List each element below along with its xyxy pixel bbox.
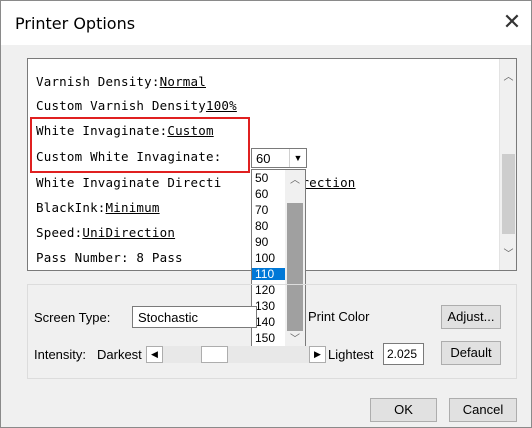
option-custom-varnish-density[interactable]: Custom Varnish Density100%	[36, 98, 237, 113]
scroll-up-icon[interactable]: ︿	[500, 69, 516, 86]
adjust-button[interactable]: Adjust...	[441, 305, 501, 329]
option-label: Custom Varnish Density	[36, 98, 206, 113]
option-label: Varnish Density:	[36, 74, 160, 89]
print-color-label: Print Color	[308, 309, 370, 324]
default-button[interactable]: Default	[441, 341, 501, 365]
dropdown-option[interactable]: 90	[252, 236, 285, 248]
option-value[interactable]: Normal	[160, 74, 206, 89]
dropdown-option[interactable]: 70	[252, 204, 285, 216]
intensity-value-field[interactable]: 2.025	[383, 343, 424, 365]
printer-options-dialog: Printer Options ✕ Varnish Density:Normal…	[0, 0, 532, 428]
highlight-annotation	[30, 117, 250, 173]
dropdown-option[interactable]: 60	[252, 188, 285, 200]
option-label: BlackInk:	[36, 200, 106, 215]
select-value: Stochastic	[138, 310, 198, 325]
intensity-slider[interactable]: ◀ ▶	[146, 346, 326, 363]
close-icon[interactable]: ✕	[497, 9, 527, 37]
options-list-scrollbar[interactable]: ︿ ﹀	[499, 59, 516, 270]
custom-white-invaginate-select[interactable]: 60 ▼	[251, 148, 307, 168]
screen-type-label: Screen Type:	[34, 310, 111, 325]
option-value[interactable]: Minimum	[106, 200, 160, 215]
ok-button[interactable]: OK	[370, 398, 437, 422]
chevron-right-icon[interactable]: ▶	[309, 346, 326, 363]
option-value[interactable]: UniDirection	[82, 225, 175, 240]
lightest-label: Lightest	[328, 347, 374, 362]
option-varnish-density[interactable]: Varnish Density:Normal	[36, 74, 206, 89]
select-value: 60	[256, 151, 271, 166]
option-label: White Invaginate Directi	[36, 175, 222, 190]
option-speed[interactable]: Speed:UniDirection	[36, 225, 175, 240]
option-label: Speed:	[36, 225, 83, 240]
option-pass-number[interactable]: Pass Number: 8 Pass	[36, 250, 183, 265]
scroll-up-icon[interactable]: ︿	[285, 173, 305, 189]
chevron-down-icon[interactable]: ▼	[289, 149, 306, 167]
darkest-label: Darkest	[97, 347, 142, 362]
dropdown-option-selected[interactable]: 110	[252, 268, 285, 280]
cancel-button[interactable]: Cancel	[449, 398, 517, 422]
scroll-down-icon[interactable]: ﹀	[500, 246, 516, 263]
option-black-ink[interactable]: BlackInk:Minimum	[36, 200, 160, 215]
option-value[interactable]: 100%	[206, 98, 237, 113]
screen-type-select[interactable]: Stochastic	[132, 306, 257, 328]
scroll-thumb[interactable]	[502, 154, 515, 234]
dropdown-option[interactable]: 50	[252, 172, 285, 184]
slider-thumb[interactable]	[201, 346, 228, 363]
dropdown-option[interactable]: 100	[252, 252, 285, 264]
window-title: Printer Options	[15, 14, 136, 33]
intensity-label: Intensity:	[34, 347, 87, 362]
title-bar: Printer Options ✕	[1, 1, 531, 45]
option-white-invaginate-direction[interactable]: White Invaginate Directi Direction	[36, 175, 355, 190]
dropdown-option[interactable]: 80	[252, 220, 285, 232]
chevron-left-icon[interactable]: ◀	[146, 346, 163, 363]
option-label: Pass Number: 8 Pass	[36, 250, 183, 265]
